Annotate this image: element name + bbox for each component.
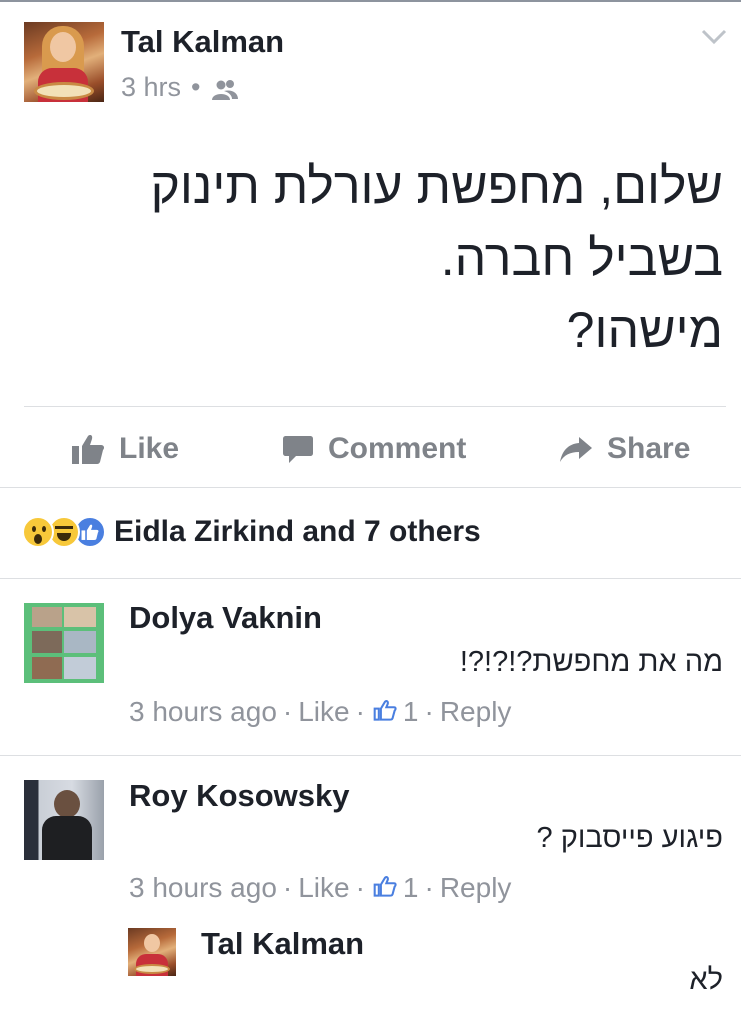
meta-dot: • [191, 72, 201, 102]
post-text-line: בשביל חברה. [440, 230, 723, 286]
separator: · [424, 696, 434, 727]
thumbs-up-icon [373, 872, 397, 904]
post-author-name[interactable]: Tal Kalman [121, 24, 284, 60]
comment-like-count: 1 [402, 696, 419, 727]
separator: · [355, 872, 365, 903]
post-text-line: מישהו? [566, 302, 723, 358]
thumbs-up-icon [72, 435, 105, 464]
post-meta: 3 hrs • [121, 72, 240, 103]
comment-icon [283, 436, 313, 463]
comment-time[interactable]: 3 hours ago [129, 696, 277, 728]
like-button[interactable]: Like [71, 426, 179, 472]
reply-avatar[interactable] [128, 928, 176, 976]
post-body: שלום, מחפשת עורלת תינוק בשביל חברה. מישה… [83, 150, 723, 366]
divider [24, 406, 726, 407]
comment-meta: 3 hours ago · Like · 1 · Reply [129, 872, 511, 904]
commenter-name[interactable]: Dolya Vaknin [129, 600, 322, 636]
commenter-name[interactable]: Roy Kosowsky [129, 778, 350, 814]
reply-text: לא [689, 964, 723, 996]
comment-reply-link[interactable]: Reply [440, 696, 512, 728]
comment-meta: 3 hours ago · Like · 1 · Reply [129, 696, 511, 728]
comment-like-link[interactable]: Like [298, 696, 349, 728]
friends-icon [210, 77, 240, 100]
comment-label: Comment [328, 432, 467, 465]
separator: · [282, 696, 293, 727]
commenter-avatar[interactable] [24, 780, 104, 860]
reactions-text[interactable]: Eidla Zirkind and 7 others [114, 515, 481, 549]
comment-time[interactable]: 3 hours ago [129, 872, 277, 904]
comment-text: פיגוע פייסבוק ? [536, 822, 723, 854]
divider [0, 578, 741, 579]
wow-icon [22, 516, 54, 548]
share-label: Share [607, 432, 691, 465]
comment-text: מה את מחפשת?!?!?! [459, 646, 723, 678]
like-label: Like [119, 432, 180, 465]
reactions-summary[interactable]: Eidla Zirkind and 7 others [22, 512, 481, 552]
share-button[interactable]: Share [559, 426, 690, 472]
comment-like-link[interactable]: Like [298, 872, 349, 904]
post-time[interactable]: 3 hrs [121, 72, 181, 103]
divider [0, 755, 741, 756]
divider [0, 487, 741, 488]
separator: · [424, 872, 434, 903]
thumbs-up-icon [373, 696, 397, 728]
separator: · [355, 696, 365, 727]
comment-reply-link[interactable]: Reply [440, 872, 512, 904]
separator: · [282, 872, 293, 903]
chevron-down-icon[interactable] [701, 28, 727, 46]
top-border [0, 0, 741, 2]
author-avatar[interactable] [24, 22, 104, 102]
commenter-avatar[interactable] [24, 603, 104, 683]
share-arrow-icon [560, 437, 592, 462]
reply-author-name[interactable]: Tal Kalman [201, 926, 364, 962]
comment-button[interactable]: Comment [282, 426, 466, 472]
comment-like-count: 1 [402, 872, 419, 903]
post-text-line: שלום, מחפשת עורלת תינוק [150, 158, 723, 214]
